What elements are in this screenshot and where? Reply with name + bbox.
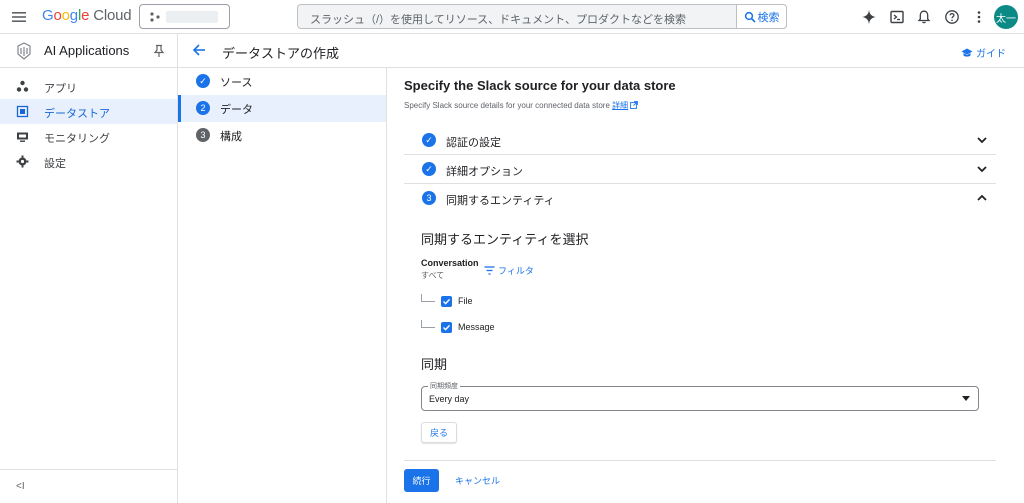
sync-heading: 同期 — [421, 357, 448, 372]
entity-row-file: File — [421, 293, 473, 309]
step-label: ソース — [220, 77, 253, 89]
ai-applications-icon — [16, 42, 32, 60]
entity-label: File — [458, 296, 473, 306]
step-done-icon: ✓ — [196, 74, 210, 88]
guide-button[interactable]: ガイド — [961, 45, 1006, 60]
entity-label: Message — [458, 322, 495, 332]
page-title: データストアの作成 — [222, 46, 340, 61]
gemini-icon[interactable] — [860, 8, 878, 26]
step-number: 3 — [422, 191, 436, 205]
google-cloud-logo[interactable]: Google Cloud — [42, 7, 132, 24]
accordion-label: 詳細オプション — [446, 166, 523, 178]
conversation-title: Conversation — [421, 258, 479, 268]
accordion-auth-settings[interactable]: ✓ 認証の設定 — [404, 126, 996, 155]
datastore-icon — [16, 105, 29, 118]
sidebar-item-label: 設定 — [44, 158, 66, 170]
collapse-icon: <I — [16, 481, 25, 492]
nav-list: アプリ データストア モニタリング 設定 — [0, 74, 177, 174]
back-button[interactable]: 戻る — [421, 422, 457, 443]
dropdown-arrow-icon — [962, 396, 970, 401]
learn-more-link[interactable]: 詳細 — [612, 101, 628, 110]
sidebar-item-label: モニタリング — [44, 133, 110, 145]
search-bar[interactable]: スラッシュ（/）を使用してリソース、ドキュメント、プロダクトなどを検索 検索 — [297, 4, 787, 29]
project-name-redacted — [166, 11, 218, 23]
search-icon — [744, 11, 756, 23]
apps-icon — [16, 80, 29, 93]
search-button[interactable]: 検索 — [736, 4, 787, 29]
tree-connector — [421, 294, 435, 302]
accordion-advanced-options[interactable]: ✓ 詳細オプション — [404, 155, 996, 184]
project-picker[interactable] — [139, 4, 230, 29]
entity-row-message: Message — [421, 319, 495, 335]
chevron-down-icon[interactable] — [976, 134, 988, 146]
project-dots-icon — [149, 11, 161, 23]
filter-icon — [484, 266, 495, 275]
more-vert-icon[interactable] — [970, 8, 988, 26]
chevron-up-icon[interactable] — [976, 192, 988, 204]
step-source[interactable]: ✓ ソース — [178, 68, 386, 95]
app-title-row: AI Applications — [0, 34, 177, 68]
step-config[interactable]: 3 構成 — [178, 122, 386, 149]
sidebar-item-settings[interactable]: 設定 — [0, 149, 177, 174]
sync-frequency-label: 同期頻度 — [428, 381, 460, 391]
step-number: 3 — [196, 128, 210, 142]
step-data[interactable]: 2 データ — [178, 95, 386, 122]
collapse-nav-button[interactable]: <I — [0, 469, 178, 503]
left-nav: AI Applications アプリ データストア モニタリング 設定 <I — [0, 34, 178, 503]
main-content: Specify the Slack source for your data s… — [388, 68, 1024, 503]
subtitle-text: Specify Slack source details for your co… — [404, 101, 610, 110]
step-label: データ — [220, 104, 253, 116]
entity-checkbox[interactable] — [441, 295, 452, 307]
continue-button[interactable]: 続行 — [404, 469, 439, 492]
sidebar-item-monitoring[interactable]: モニタリング — [0, 124, 177, 149]
conversation-group: Conversation すべて — [421, 258, 479, 281]
stepper: ✓ ソース 2 データ 3 構成 — [178, 68, 387, 503]
guide-label: ガイド — [976, 49, 1006, 60]
top-bar: Google Cloud スラッシュ（/）を使用してリソース、ドキュメント、プロ… — [0, 0, 1024, 34]
back-arrow-icon[interactable] — [192, 43, 206, 57]
section-title: Specify the Slack source for your data s… — [404, 78, 676, 93]
accordion-label: 認証の設定 — [446, 137, 501, 149]
sync-frequency-value: Every day — [429, 394, 470, 404]
gear-icon — [16, 155, 29, 168]
divider — [404, 460, 996, 461]
cloud-shell-icon[interactable] — [888, 8, 906, 26]
pin-icon[interactable] — [153, 44, 165, 58]
search-input[interactable]: スラッシュ（/）を使用してリソース、ドキュメント、プロダクトなどを検索 — [310, 11, 686, 27]
check-icon: ✓ — [422, 133, 436, 147]
sidebar-item-label: データストア — [44, 108, 110, 120]
page-header: データストアの作成 ガイド — [178, 34, 1024, 68]
accordion-label: 同期するエンティティ — [446, 195, 555, 207]
chevron-down-icon[interactable] — [976, 163, 988, 175]
menu-icon[interactable] — [10, 8, 28, 26]
sync-frequency-select[interactable]: 同期頻度 Every day — [421, 381, 979, 411]
avatar[interactable]: 太一 — [994, 5, 1018, 29]
open-in-new-icon — [630, 101, 639, 109]
school-icon — [961, 48, 973, 58]
monitoring-icon — [16, 130, 29, 143]
search-button-label: 検索 — [757, 11, 780, 24]
tree-connector — [421, 320, 435, 328]
cancel-button[interactable]: キャンセル — [455, 474, 500, 487]
filter-label: フィルタ — [498, 266, 534, 276]
sidebar-item-apps[interactable]: アプリ — [0, 74, 177, 99]
app-title: AI Applications — [44, 43, 130, 58]
conversation-subtitle: すべて — [421, 271, 445, 280]
step-label: 構成 — [220, 131, 242, 143]
filter-button[interactable]: フィルタ — [484, 264, 534, 277]
step-number: 2 — [196, 101, 210, 115]
check-icon: ✓ — [422, 162, 436, 176]
accordion-sync-entities[interactable]: 3 同期するエンティティ — [404, 184, 996, 213]
sidebar-item-label: アプリ — [44, 83, 77, 95]
entities-heading: 同期するエンティティを選択 — [421, 232, 589, 247]
notifications-icon[interactable] — [915, 8, 933, 26]
sidebar-item-datastore[interactable]: データストア — [0, 99, 177, 124]
entity-checkbox[interactable] — [441, 321, 452, 333]
section-subtitle: Specify Slack source details for your co… — [404, 100, 639, 111]
help-icon[interactable] — [943, 8, 961, 26]
